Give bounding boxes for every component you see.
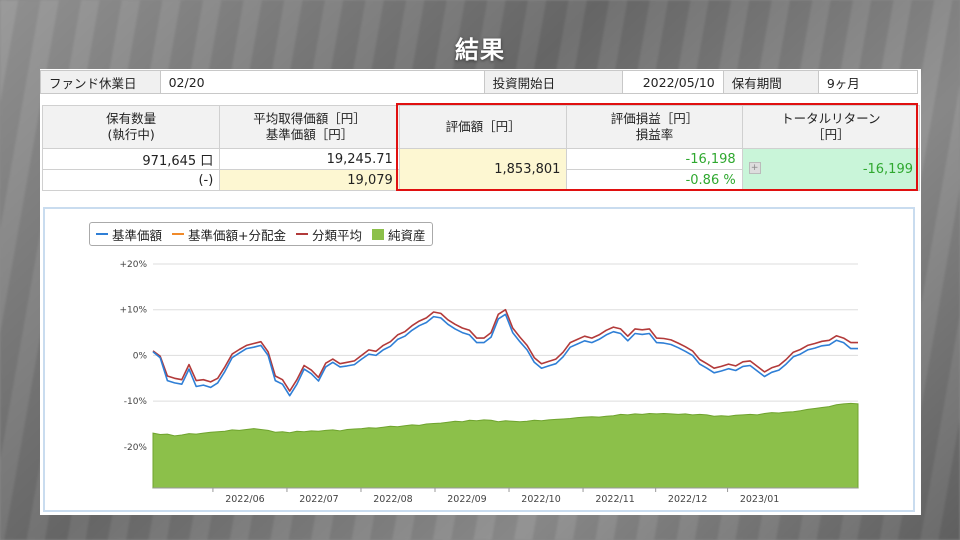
legend-label-base-price: 基準価額 <box>112 227 163 243</box>
x-tick-label: 2022/09 <box>447 494 486 505</box>
x-tick-label: 2022/10 <box>521 494 560 505</box>
legend-item-with-dividend[interactable]: 基準価額+分配金 <box>172 225 286 244</box>
y-tick-label: 0% <box>133 351 148 361</box>
legend-item-base-price[interactable]: 基準価額 <box>96 225 162 244</box>
legend-swatch-base-price <box>96 233 108 235</box>
legend-item-category-average[interactable]: 分類平均 <box>296 225 362 244</box>
x-tick-label: 2022/07 <box>299 494 338 505</box>
legend-label-category-average: 分類平均 <box>312 227 363 243</box>
y-tick-label: +10% <box>119 306 147 316</box>
legend-label-net-assets: 純資産 <box>388 227 426 243</box>
series-net-assets-area <box>152 402 859 489</box>
legend-label-with-dividend: 基準価額+分配金 <box>188 227 286 243</box>
series-category-average-line <box>152 308 858 392</box>
legend-swatch-net-assets <box>372 228 385 240</box>
y-tick-label: +20% <box>119 260 147 270</box>
legend-item-net-assets[interactable]: 純資産 <box>372 225 426 244</box>
y-tick-label: -10% <box>124 397 148 407</box>
x-tick-label: 2022/06 <box>225 494 264 505</box>
x-tick-label: 2022/11 <box>595 494 634 505</box>
legend-swatch-with-dividend <box>172 233 185 235</box>
chart-legend: 基準価額 基準価額+分配金 分類平均 純資産 <box>89 222 433 246</box>
legend-swatch-category-average <box>296 233 308 235</box>
performance-chart: +20% +10% 0% -10% -20% 2022/06 2022/07 2022/08 2… <box>119 260 859 505</box>
x-tick-label: 2023/01 <box>740 494 779 505</box>
x-tick-label: 2022/12 <box>668 494 707 505</box>
x-tick-label: 2022/08 <box>373 494 412 505</box>
y-tick-label: -20% <box>124 443 148 453</box>
